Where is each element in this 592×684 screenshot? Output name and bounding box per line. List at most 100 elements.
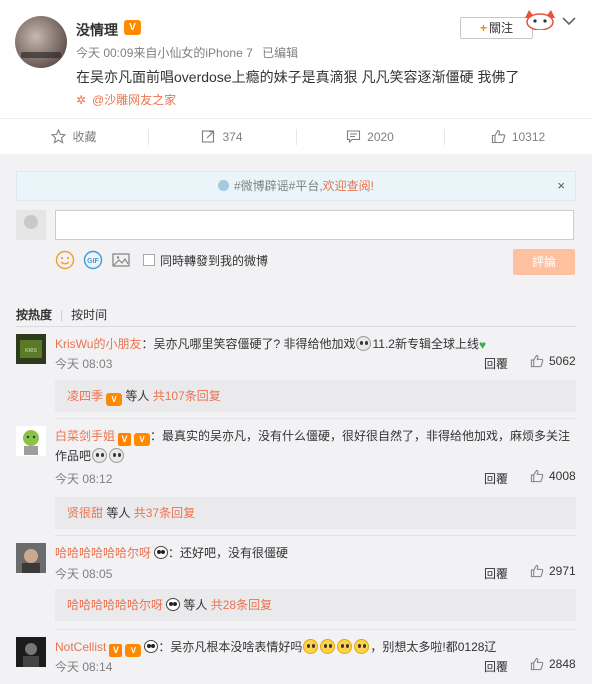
sub-replies-bar[interactable]: 凌四季 V 等人 共107条回复 [55, 380, 576, 412]
comment-body: KrisWu的小朋友：吴亦凡哪里笑容僵硬了? 非得给他加戏 11.2新专辑全球上线… [55, 334, 576, 354]
commenter-avatar[interactable]: KRIS [16, 334, 46, 364]
tab-sort-hot[interactable]: 按热度 [16, 308, 52, 322]
divider [55, 629, 576, 630]
comment-count: 2020 [367, 129, 394, 144]
divider [16, 326, 576, 327]
sub-reply-count[interactable]: 共37条回复 [134, 506, 195, 520]
flower-icon: ✲ [76, 93, 87, 107]
comment-body: 哈哈哈哈哈哈尔呀 ：还好吧，没有很僵硬 [55, 543, 576, 563]
divider [55, 535, 576, 536]
comment-like-count: 2971 [549, 564, 576, 578]
author-name[interactable]: 没情理 [76, 20, 118, 40]
comment-button[interactable]: 2020 [296, 119, 444, 154]
comment-text-cont: 11.2新专辑全球上线 [372, 337, 479, 351]
commenter-name[interactable]: 哈哈哈哈哈哈尔呀 [55, 546, 151, 560]
composer-tools: GIF 同時轉發到我的微博 [55, 250, 268, 270]
post-meta: 今天 00:09来自小仙女的iPhone 7 已编辑 [76, 44, 298, 61]
sub-reply-name[interactable]: 贤很甜 [67, 506, 103, 520]
repost-icon [202, 130, 215, 143]
favorite-button[interactable]: 收藏 [0, 119, 148, 154]
chevron-down-icon[interactable] [562, 16, 576, 26]
reply-button[interactable]: 回覆 [484, 565, 508, 582]
reply-button[interactable]: 回覆 [484, 470, 508, 487]
commenter-avatar[interactable] [16, 543, 46, 573]
verified-v-icon: V [109, 644, 123, 657]
panda-badge-icon [154, 546, 169, 559]
colon: ： [158, 640, 171, 654]
commenter-name[interactable]: KrisWu的小朋友 [55, 337, 141, 351]
comment-like-button[interactable]: 2971 [530, 564, 576, 578]
rumor-notice-bar: #微博辟谣#平台,欢迎查阅! × [16, 171, 576, 201]
edited-label: 已编辑 [262, 46, 299, 60]
commenter-name[interactable]: 白菜剑手姐 [55, 429, 115, 443]
repost-count: 374 [222, 129, 243, 144]
tab-sort-time[interactable]: 按时间 [71, 308, 107, 322]
comment-icon [347, 130, 361, 144]
comment-like-button[interactable]: 2848 [530, 657, 576, 671]
face-emoji-icon [109, 448, 125, 463]
svg-text:GIF: GIF [87, 258, 99, 265]
comment-text-cont: ，别想太多啦!都0128辽 [370, 640, 497, 654]
like-count: 10312 [511, 129, 546, 144]
thumbs-up-icon [530, 354, 544, 368]
reply-button[interactable]: 回覆 [484, 355, 508, 372]
post-action-bar: 收藏 374 2020 10312 [0, 118, 592, 154]
comments-section: #微博辟谣#平台,欢迎查阅! × GIF 同時轉發到我的微博 評論 按热度 | … [0, 154, 592, 684]
comment-text: 最真实的吴亦凡，没有什么僵硬，很好很自然了，非得给他加戏，麻烦多关注 [162, 429, 571, 443]
close-icon[interactable]: × [557, 172, 565, 200]
post-device[interactable]: 小仙女的iPhone 7 [157, 46, 252, 60]
fox-mascot-icon [525, 10, 555, 30]
comment-like-count: 2848 [549, 657, 576, 671]
thumbs-up-icon [530, 564, 544, 578]
comment-body: NotCellist V V ：吴亦凡根本没啥表情好吗 ，别想太多啦!都0128辽 [55, 637, 576, 657]
commenter-avatar[interactable] [16, 426, 46, 456]
source-link-text[interactable]: @沙雕网友之家 [92, 93, 176, 107]
crying-emoji-icon [303, 639, 319, 654]
sub-replies-bar[interactable]: 贤很甜 等人 共37条回复 [55, 497, 576, 529]
colon: ： [168, 546, 181, 560]
commenter-avatar[interactable] [16, 637, 46, 667]
crying-emoji-icon [337, 639, 353, 654]
weibo-post-card: 没情理 V 今天 00:09来自小仙女的iPhone 7 已编辑 在吴亦凡面前唱… [0, 0, 592, 684]
submit-comment-button[interactable]: 評論 [513, 249, 575, 275]
repost-button[interactable]: 374 [148, 119, 296, 154]
repost-checkbox[interactable] [143, 254, 155, 266]
vip-badge-icon: V [106, 393, 123, 406]
sub-reply-mid: 等人 [125, 389, 150, 403]
post-time[interactable]: 今天 00:09 [76, 46, 133, 60]
source-prefix: 来自 [133, 46, 158, 60]
panda-badge-icon [166, 598, 181, 611]
sub-reply-name[interactable]: 凌四季 [67, 389, 103, 403]
star-icon [51, 129, 67, 144]
repost-checkbox-label: 同時轉發到我的微博 [160, 253, 269, 268]
verified-v-icon: V [118, 433, 132, 446]
sub-reply-count[interactable]: 共107条回复 [153, 389, 221, 403]
sub-replies-bar[interactable]: 哈哈哈哈哈哈尔呀 等人 共28条回复 [55, 589, 576, 621]
comment-time: 今天 08:14 [55, 660, 113, 674]
gif-icon[interactable]: GIF [83, 250, 103, 270]
image-icon[interactable] [111, 250, 131, 270]
comment-like-count: 5062 [549, 354, 576, 368]
divider [55, 418, 576, 419]
follow-label: 關注 [489, 21, 514, 35]
notice-text: #微博辟谣#平台, [233, 179, 323, 193]
emoji-icon[interactable] [55, 250, 75, 270]
green-heart-icon: ♥ [478, 338, 487, 352]
vip-badge-icon: V [124, 20, 141, 35]
comment-like-button[interactable]: 4008 [530, 469, 576, 483]
notice-link[interactable]: 欢迎查阅! [323, 179, 374, 193]
comment-input[interactable] [55, 210, 574, 240]
sub-reply-name[interactable]: 哈哈哈哈哈哈尔呀 [67, 598, 163, 612]
sub-reply-count[interactable]: 共28条回复 [211, 598, 272, 612]
like-button[interactable]: 10312 [444, 119, 592, 154]
reply-button[interactable]: 回覆 [484, 658, 508, 675]
panda-badge-icon [144, 640, 159, 653]
author-avatar[interactable] [15, 16, 67, 68]
source-link[interactable]: ✲ @沙雕网友之家 [76, 91, 176, 108]
comment-like-button[interactable]: 5062 [530, 354, 576, 368]
commenter-name[interactable]: NotCellist [55, 640, 106, 654]
colon: ： [141, 337, 154, 351]
crying-emoji-icon [320, 639, 336, 654]
post-text: 在吴亦凡面前唱overdose上瘾的妹子是真滴狠 凡凡笑容逐渐僵硬 我佛了 [76, 69, 520, 85]
vip-badge-icon: V [125, 644, 142, 657]
